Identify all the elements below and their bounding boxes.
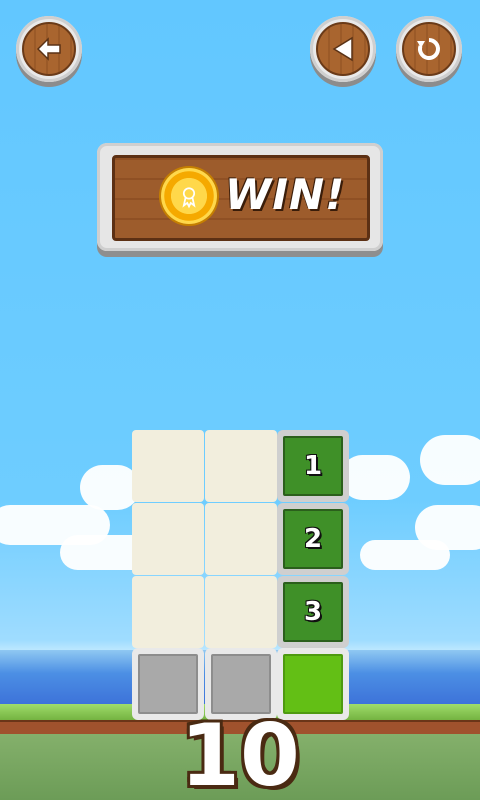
win-text: WIN!: [225, 170, 346, 219]
number-tile-1[interactable]: 1: [277, 430, 349, 502]
previous-button[interactable]: [310, 16, 376, 82]
win-banner-board: WIN!: [112, 155, 370, 241]
empty-tile[interactable]: [132, 430, 204, 502]
triangle-left-icon: [332, 36, 353, 62]
number-tile-2[interactable]: 2: [277, 503, 349, 575]
cloud: [340, 455, 410, 500]
back-button[interactable]: [16, 16, 82, 82]
arrow-left-icon: [36, 37, 61, 61]
empty-tile[interactable]: [132, 503, 204, 575]
win-banner: WIN!: [97, 143, 383, 251]
restart-button[interactable]: [396, 16, 462, 82]
level-number: 10: [180, 706, 300, 800]
empty-tile[interactable]: [205, 576, 277, 648]
number-tile-label: 1: [283, 436, 343, 496]
number-tile-label: 3: [283, 582, 343, 642]
empty-tile[interactable]: [205, 503, 277, 575]
number-tile-3[interactable]: 3: [277, 576, 349, 648]
number-tile-label: 2: [283, 509, 343, 569]
empty-tile[interactable]: [205, 430, 277, 502]
medal-icon: [161, 168, 217, 224]
empty-tile[interactable]: [132, 576, 204, 648]
cloud: [420, 435, 480, 485]
game-scene: WIN! 1 2 3 10: [0, 0, 480, 800]
refresh-icon: [417, 38, 440, 60]
cloud: [80, 465, 140, 510]
cloud: [360, 540, 450, 570]
